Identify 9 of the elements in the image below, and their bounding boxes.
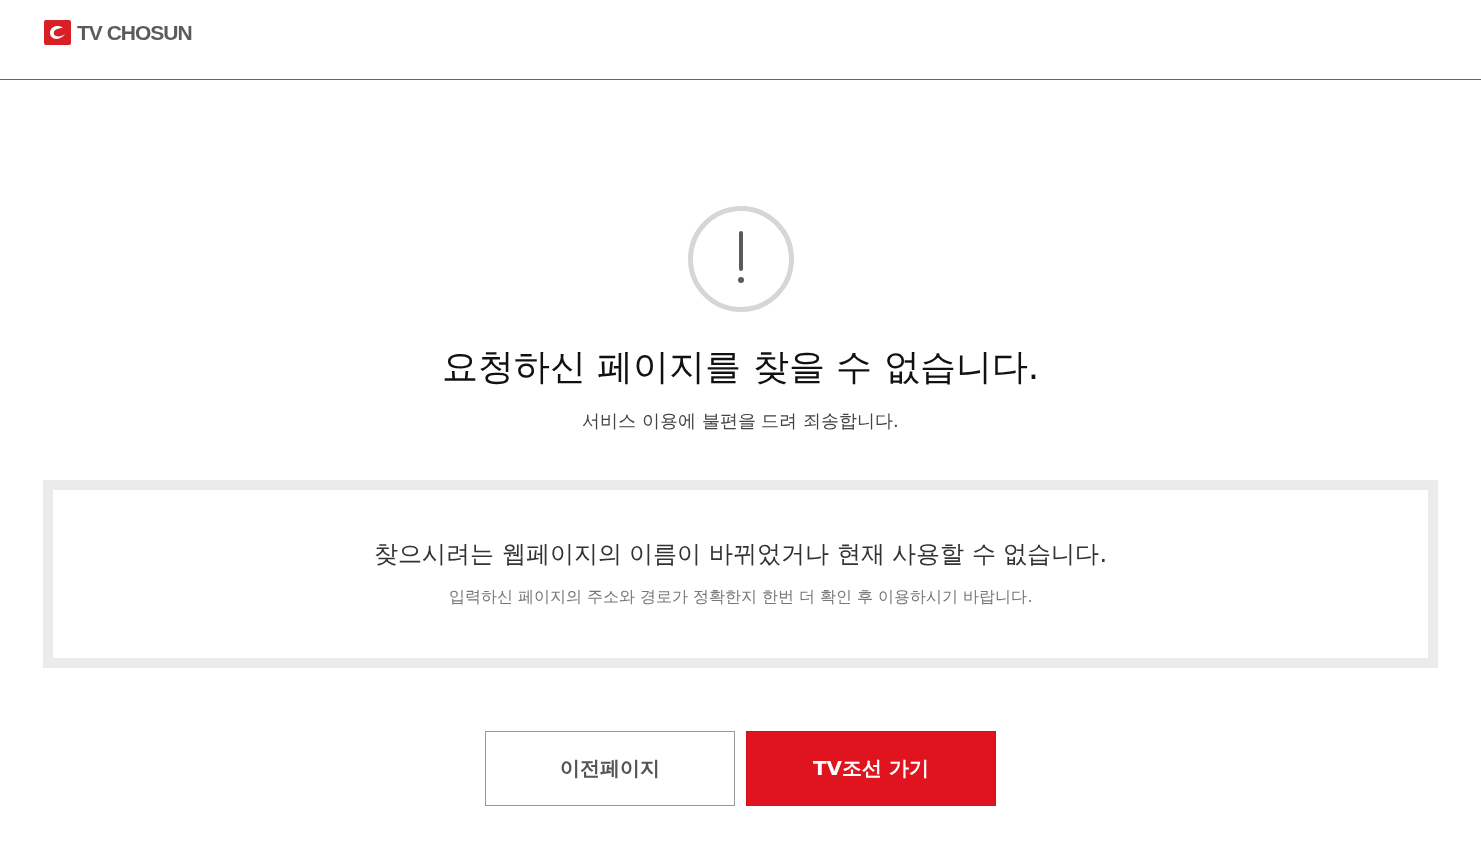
logo-text[interactable]: TV CHOSUN: [77, 20, 192, 45]
exclamation-circle-icon: [687, 206, 794, 312]
home-button[interactable]: TV조선 가기: [746, 731, 996, 806]
notice-heading: 찾으시려는 웹페이지의 이름이 바뀌었거나 현재 사용할 수 없습니다.: [374, 539, 1107, 570]
error-title: 요청하신 페이지를 찾을 수 없습니다.: [441, 345, 1040, 388]
previous-page-button[interactable]: 이전페이지: [485, 731, 735, 806]
apology-text: 서비스 이용에 불편을 드려 죄송합니다.: [582, 409, 899, 432]
notice-detail: 입력하신 페이지의 주소와 경로가 정확한지 한번 더 확인 후 이용하시기 바랍니다.: [448, 586, 1033, 607]
logo-icon: [44, 20, 71, 45]
